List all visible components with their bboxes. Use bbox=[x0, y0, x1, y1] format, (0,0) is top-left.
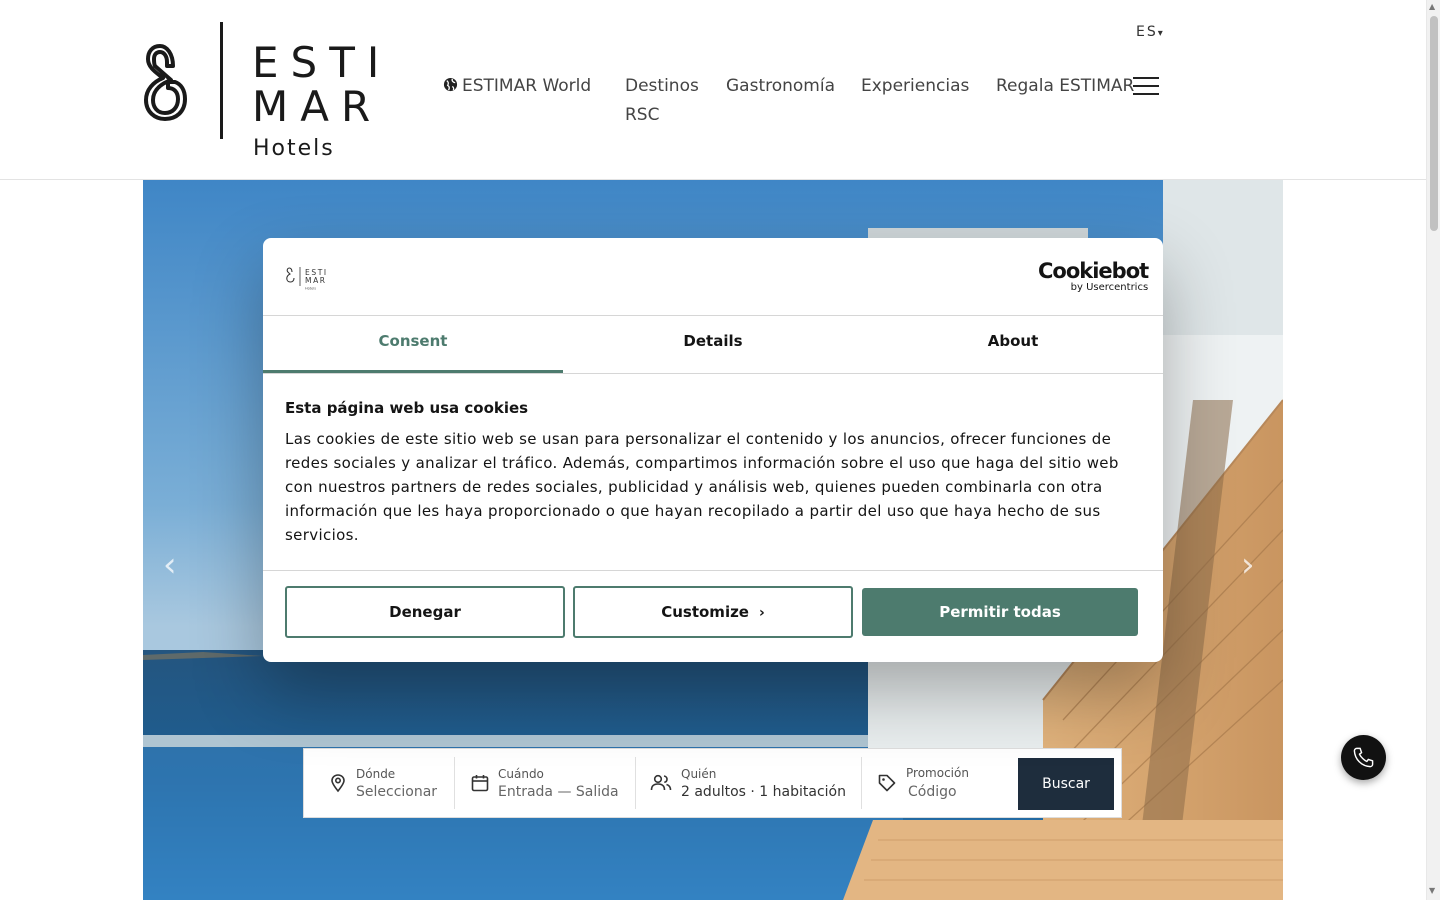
logo-word-line2: MAR bbox=[252, 82, 383, 131]
tab-consent[interactable]: Consent bbox=[263, 316, 563, 373]
booking-when-label: Cuándo bbox=[498, 767, 544, 781]
caret-down-icon: ▾ bbox=[1157, 28, 1163, 39]
deny-button[interactable]: Denegar bbox=[285, 586, 565, 638]
booking-promo-field[interactable]: Promoción Código bbox=[862, 749, 1012, 817]
site-header: ESTI MAR Hotels ES▾ ESTIMAR World Destin… bbox=[0, 0, 1426, 180]
deny-label: Denegar bbox=[389, 603, 461, 621]
page-scrollbar[interactable]: ▲ ▼ bbox=[1426, 0, 1440, 900]
booking-who-field[interactable]: Quién 2 adultos · 1 habitación bbox=[636, 749, 861, 817]
booking-promo-label: Promoción bbox=[906, 766, 969, 780]
nav-item-gastronomia[interactable]: Gastronomía bbox=[726, 76, 835, 96]
people-icon bbox=[650, 774, 672, 791]
logo-subtitle: Hotels bbox=[253, 136, 335, 161]
dialog-divider bbox=[263, 570, 1163, 571]
search-button[interactable]: Buscar bbox=[1018, 758, 1114, 810]
carousel-prev-arrow[interactable]: ‹ bbox=[163, 545, 177, 585]
booking-who-value: 2 adultos · 1 habitación bbox=[681, 784, 846, 800]
cookie-body-text: Las cookies de este sitio web se usan pa… bbox=[285, 430, 1119, 544]
chevron-right-icon: › bbox=[759, 605, 765, 621]
language-selector[interactable]: ES▾ bbox=[1136, 24, 1163, 40]
tag-icon bbox=[878, 774, 896, 792]
promo-code-input[interactable]: Código bbox=[908, 784, 957, 800]
calendar-icon bbox=[471, 775, 489, 792]
phone-icon bbox=[1353, 747, 1374, 768]
tab-about[interactable]: About bbox=[863, 316, 1163, 373]
booking-where-label: Dónde bbox=[356, 767, 396, 781]
allow-all-label: Permitir todas bbox=[939, 603, 1061, 621]
cookie-consent-dialog: ESTI MAR Hotels Cookiebot by Usercentric… bbox=[263, 238, 1163, 662]
cookiebot-brand-main: Cookiebot bbox=[1038, 259, 1149, 283]
allow-all-button[interactable]: Permitir todas bbox=[862, 588, 1138, 636]
booking-where-value: Seleccionar bbox=[356, 784, 438, 800]
cookiebot-brand-sub: by Usercentrics bbox=[1070, 282, 1149, 293]
cookie-heading: Esta página web usa cookies bbox=[285, 399, 529, 417]
estimar-logo[interactable]: ESTI MAR Hotels bbox=[143, 20, 383, 162]
hamburger-icon[interactable] bbox=[1133, 77, 1159, 97]
booking-where-field[interactable]: Dónde Seleccionar bbox=[304, 749, 454, 817]
scroll-down-icon[interactable]: ▼ bbox=[1429, 886, 1435, 895]
logo-divider bbox=[220, 22, 223, 139]
nav-item-rsc[interactable]: RSC bbox=[625, 105, 659, 125]
scrollbar-thumb[interactable] bbox=[1430, 16, 1438, 231]
dialog-divider bbox=[263, 373, 1163, 374]
nav-item-estimar-world[interactable]: ESTIMAR World bbox=[443, 76, 591, 96]
customize-label: Customize bbox=[661, 603, 749, 621]
small-logo-subtitle: Hotels bbox=[305, 287, 316, 291]
tab-details[interactable]: Details bbox=[563, 316, 863, 373]
booking-when-field[interactable]: Cuándo Entrada — Salida bbox=[455, 749, 635, 817]
scroll-up-icon[interactable]: ▲ bbox=[1429, 2, 1435, 11]
globe-icon bbox=[443, 77, 458, 92]
booking-who-label: Quién bbox=[681, 767, 717, 781]
phone-call-button[interactable] bbox=[1341, 735, 1386, 780]
cookiebot-brand[interactable]: Cookiebot by Usercentrics bbox=[1038, 259, 1149, 294]
small-logo-line2: MAR bbox=[305, 276, 327, 285]
nav-item-experiencias[interactable]: Experiencias bbox=[861, 76, 969, 96]
estimar-small-logo: ESTI MAR Hotels bbox=[286, 267, 327, 291]
language-code: ES bbox=[1136, 24, 1158, 40]
nav-label: ESTIMAR World bbox=[462, 76, 592, 96]
carousel-next-arrow[interactable]: › bbox=[1241, 545, 1255, 585]
ampersand-logo-mark bbox=[144, 44, 187, 121]
location-pin-icon bbox=[331, 774, 345, 793]
booking-when-value: Entrada — Salida bbox=[498, 784, 619, 800]
nav-item-regala-estimar[interactable]: Regala ESTIMAR bbox=[996, 76, 1134, 96]
logo-word-line1: ESTI bbox=[252, 38, 392, 87]
nav-item-destinos[interactable]: Destinos bbox=[625, 76, 699, 96]
customize-button[interactable]: Customize › bbox=[573, 586, 853, 638]
booking-bar: Dónde Seleccionar Cuándo Entrada — Salid… bbox=[303, 748, 1122, 818]
